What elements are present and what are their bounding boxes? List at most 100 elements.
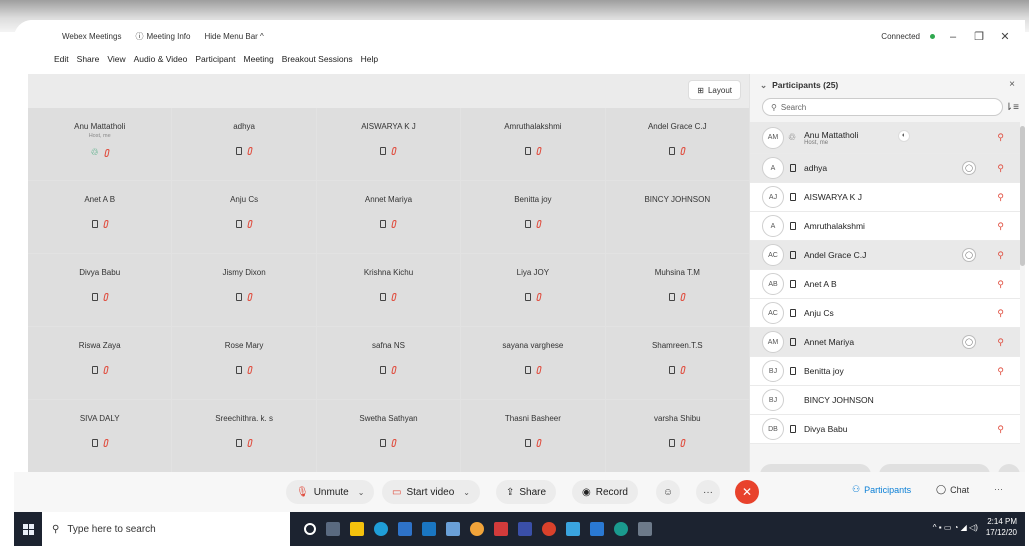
close-window-button[interactable]: ✕ <box>997 30 1013 43</box>
cortana-icon[interactable] <box>304 523 316 535</box>
muted-mic-icon[interactable]: ⚲ <box>997 308 1004 319</box>
participant-row[interactable]: AM ♲ Anu Mattatholi Host, me ◐ ⚲ <box>750 122 1020 154</box>
menu-share[interactable]: Share <box>77 54 100 64</box>
video-tile[interactable]: Anju Cs <box>172 181 316 253</box>
meeting-info-button[interactable]: ⓘ Meeting Info <box>135 31 190 42</box>
unmute-button[interactable]: 🎙︎ Unmute ⌄ <box>286 480 375 504</box>
chat-button[interactable]: ◯ Chat <box>936 484 969 495</box>
video-tile[interactable]: Swetha Sathyan <box>316 400 461 472</box>
participant-search-input[interactable]: ⚲ Search <box>762 98 1003 116</box>
file-explorer-icon[interactable] <box>350 522 364 536</box>
participant-row[interactable]: BJ Benitta joy ⚲ <box>750 357 1020 386</box>
video-tile[interactable]: Anu Mattatholi Host, me ♲ <box>28 108 172 180</box>
muted-mic-icon[interactable]: ⚲ <box>997 279 1004 290</box>
video-tile[interactable]: sayana varghese <box>461 327 605 399</box>
photos-icon[interactable] <box>518 522 532 536</box>
chevron-down-icon[interactable]: ⌄ <box>463 488 470 497</box>
video-tile[interactable]: Liya JOY <box>461 254 605 326</box>
app-icon[interactable] <box>446 522 460 536</box>
layout-button[interactable]: ⊞ Layout <box>688 80 741 100</box>
private-chat-icon[interactable]: ◯ <box>962 161 976 175</box>
chevron-down-icon[interactable]: ⌄ <box>358 488 365 497</box>
taskbar-search-input[interactable]: ⚲ Type here to search <box>42 512 290 546</box>
taskbar-clock[interactable]: 2:14 PM 17/12/20 <box>986 516 1017 538</box>
hide-menu-bar-button[interactable]: Hide Menu Bar ^ <box>204 32 263 41</box>
close-panel-button[interactable]: × <box>1009 79 1015 90</box>
video-tile[interactable]: AISWARYA K J <box>316 108 461 180</box>
reactions-button[interactable]: ☺ <box>656 480 680 504</box>
media-icon[interactable] <box>494 522 508 536</box>
muted-mic-icon[interactable]: ⚲ <box>997 192 1004 203</box>
participant-row[interactable]: Aadhya ◯ ⚲ <box>750 154 1020 183</box>
menu-meeting[interactable]: Meeting <box>244 54 274 64</box>
share-button[interactable]: ⇪ Share <box>496 480 557 504</box>
menu-help[interactable]: Help <box>361 54 378 64</box>
video-tile[interactable]: Rose Mary <box>172 327 316 399</box>
private-chat-icon[interactable]: ◯ <box>962 335 976 349</box>
participant-row[interactable]: AC Andel Grace C.J ◯ ⚲ <box>750 241 1020 270</box>
menu-participant[interactable]: Participant <box>195 54 235 64</box>
video-tile[interactable]: Shamreen.T.S <box>605 327 749 399</box>
private-chat-icon[interactable]: ◯ <box>962 248 976 262</box>
menu-edit[interactable]: Edit <box>54 54 69 64</box>
muted-mic-icon[interactable]: ⚲ <box>997 221 1004 232</box>
record-app-icon[interactable] <box>542 522 556 536</box>
muted-mic-icon[interactable]: ⚲ <box>997 337 1004 348</box>
sort-icon[interactable]: ⇂≡ <box>1005 102 1019 113</box>
mail-icon[interactable] <box>422 522 436 536</box>
video-tile[interactable]: Jismy Dixon <box>172 254 316 326</box>
windows-start-button[interactable] <box>14 512 42 546</box>
collapse-icon[interactable]: ⌄ <box>760 80 767 91</box>
video-tile[interactable]: Anet A B <box>28 181 172 253</box>
video-tile[interactable]: Krishna Kichu <box>316 254 461 326</box>
video-tile[interactable]: varsha Shibu <box>605 400 749 472</box>
tray-icons[interactable]: ^ ▪ ▭ ◔ ◢ ◁) <box>933 523 978 532</box>
panel-scrollbar[interactable] <box>1020 126 1025 266</box>
end-meeting-button[interactable]: ✕ <box>735 480 759 504</box>
menu-breakout-sessions[interactable]: Breakout Sessions <box>282 54 353 64</box>
chrome-icon[interactable] <box>470 522 484 536</box>
participant-row[interactable]: A Amruthalakshmi ⚲ <box>750 212 1020 241</box>
video-tile[interactable]: Benitta joy <box>461 181 605 253</box>
muted-mic-icon[interactable]: ⚲ <box>997 424 1004 435</box>
video-tile[interactable]: safna NS <box>316 327 461 399</box>
participant-row[interactable]: AJ AISWARYA K J ⚲ <box>750 183 1020 212</box>
participant-row[interactable]: AB Anet A B ⚲ <box>750 270 1020 299</box>
muted-mic-icon[interactable]: ⚲ <box>997 250 1004 261</box>
video-tile[interactable]: Divya Babu <box>28 254 172 326</box>
webex-icon[interactable] <box>614 522 628 536</box>
edge-icon[interactable] <box>374 522 388 536</box>
video-tile[interactable]: Amruthalakshmi <box>461 108 605 180</box>
video-tile[interactable]: Sreechithra. k. s <box>172 400 316 472</box>
presenter-icon[interactable]: ◐ <box>898 130 910 142</box>
participant-row[interactable]: AC Anju Cs ⚲ <box>750 299 1020 328</box>
minimize-button[interactable]: – <box>945 31 961 43</box>
control-more-button[interactable]: ··· <box>994 484 1003 494</box>
app3-icon[interactable] <box>638 522 652 536</box>
video-tile[interactable]: adhya <box>172 108 316 180</box>
store-icon[interactable] <box>398 522 412 536</box>
video-tile[interactable]: BINCY JOHNSON <box>605 181 749 253</box>
video-tile[interactable]: Muhsina T.M <box>605 254 749 326</box>
video-tile[interactable]: Andel Grace C.J <box>605 108 749 180</box>
restore-button[interactable]: ❐ <box>971 30 987 43</box>
participant-row[interactable]: BJ BINCY JOHNSON <box>750 386 1020 415</box>
participant-row[interactable]: AM Annet Mariya ◯ ⚲ <box>750 328 1020 357</box>
video-tile[interactable]: Thasni Basheer <box>461 400 605 472</box>
participants-button[interactable]: ⚇ Participants <box>852 484 911 495</box>
muted-mic-icon[interactable]: ⚲ <box>997 132 1004 143</box>
task-view-icon[interactable] <box>326 522 340 536</box>
more-options-button[interactable]: ··· <box>696 480 720 504</box>
video-tile[interactable]: Riswa Zaya <box>28 327 172 399</box>
participant-row[interactable]: DB Divya Babu ⚲ <box>750 415 1020 444</box>
app2-icon[interactable] <box>566 522 580 536</box>
start-video-button[interactable]: ▭ Start video ⌄ <box>382 480 480 504</box>
menu-view[interactable]: View <box>107 54 125 64</box>
zoom-icon[interactable] <box>590 522 604 536</box>
menu-audio-video[interactable]: Audio & Video <box>134 54 188 64</box>
muted-mic-icon[interactable]: ⚲ <box>997 366 1004 377</box>
record-button[interactable]: ◉ Record <box>572 480 638 504</box>
muted-mic-icon[interactable]: ⚲ <box>997 163 1004 174</box>
video-tile[interactable]: Annet Mariya <box>316 181 461 253</box>
video-tile[interactable]: SIVA DALY <box>28 400 172 472</box>
